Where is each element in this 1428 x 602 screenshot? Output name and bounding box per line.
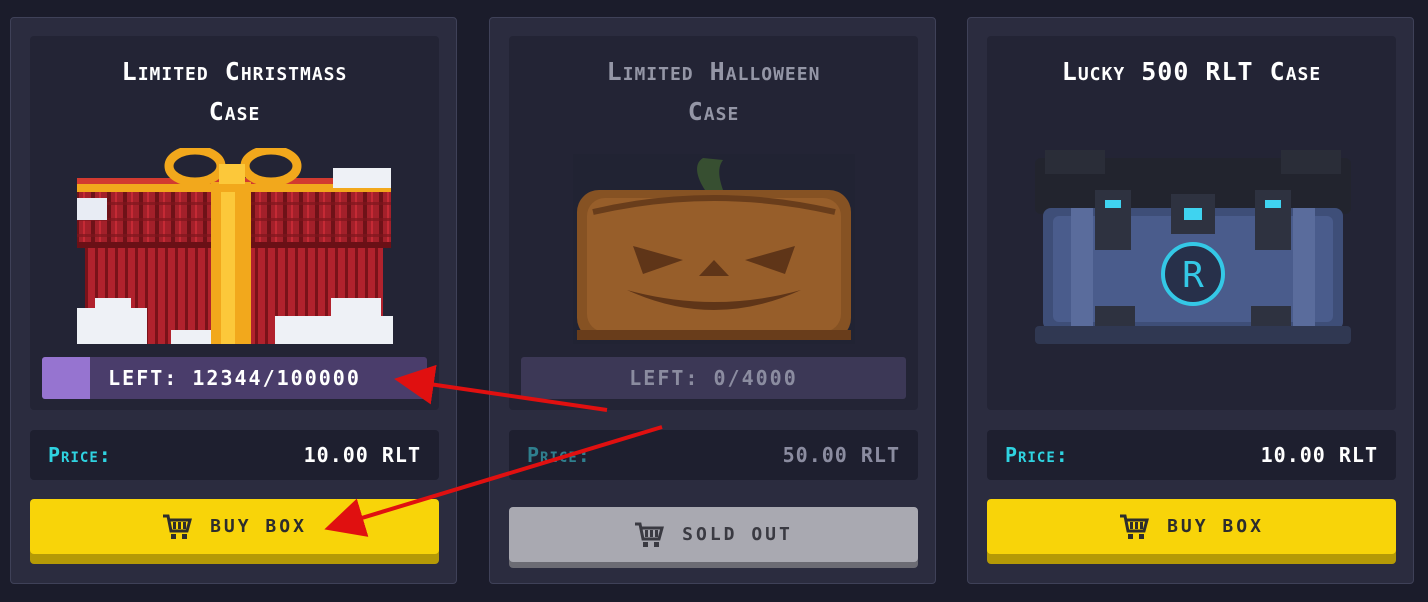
case-card-lucky-500: Lucky 500 RLT Case R Price: 10.00 RLT BU… bbox=[967, 17, 1414, 584]
price-value: 10.00 RLT bbox=[1260, 443, 1378, 467]
left-count-label: LEFT: 12344/100000 bbox=[108, 366, 361, 390]
left-progress-bar: LEFT: 12344/100000 bbox=[42, 357, 427, 399]
price-bar: Price: 50.00 RLT bbox=[509, 430, 918, 480]
case-panel: Lucky 500 RLT Case R bbox=[987, 36, 1396, 410]
price-label: Price: bbox=[1005, 443, 1069, 467]
case-title-line1: Limited Halloween bbox=[606, 57, 821, 86]
case-title-line2: Case bbox=[208, 97, 261, 126]
rlt-case-image: R bbox=[1035, 150, 1351, 344]
case-card-christmass: Limited Christmass Case LEFT: 12344/1000… bbox=[10, 17, 457, 584]
pumpkin-case-image bbox=[573, 154, 855, 344]
case-panel: Limited Christmass Case LEFT: 12344/1000… bbox=[30, 36, 439, 410]
buy-box-button[interactable]: BUY BOX bbox=[30, 499, 439, 554]
sold-out-label: SOLD OUT bbox=[682, 524, 793, 545]
case-panel: Limited Halloween Case LEFT: 0/4000 bbox=[509, 36, 918, 410]
price-value: 10.00 RLT bbox=[303, 443, 421, 467]
left-count-label: LEFT: 0/4000 bbox=[629, 366, 798, 390]
price-bar: Price: 10.00 RLT bbox=[30, 430, 439, 480]
case-title-line2: Case bbox=[687, 97, 740, 126]
buy-box-label: BUY BOX bbox=[210, 516, 307, 537]
price-label: Price: bbox=[48, 443, 112, 467]
case-title: Lucky 500 RLT Case bbox=[987, 52, 1396, 92]
price-value: 50.00 RLT bbox=[782, 443, 900, 467]
case-title: Limited Christmass Case bbox=[30, 52, 439, 132]
buy-box-label: BUY BOX bbox=[1167, 516, 1264, 537]
case-title-line1: Lucky 500 RLT Case bbox=[1061, 57, 1322, 86]
cart-icon bbox=[1120, 514, 1150, 539]
case-card-halloween: Limited Halloween Case LEFT: 0/4000 Pric… bbox=[489, 17, 936, 584]
sold-out-button[interactable]: SOLD OUT bbox=[509, 507, 918, 562]
price-label: Price: bbox=[527, 443, 591, 467]
left-progress-bar: LEFT: 0/4000 bbox=[521, 357, 906, 399]
case-title-line1: Limited Christmass bbox=[121, 57, 348, 86]
case-title: Limited Halloween Case bbox=[509, 52, 918, 132]
buy-box-button[interactable]: BUY BOX bbox=[987, 499, 1396, 554]
svg-text:R: R bbox=[1182, 255, 1204, 296]
price-bar: Price: 10.00 RLT bbox=[987, 430, 1396, 480]
cart-icon bbox=[635, 522, 665, 547]
cart-icon bbox=[163, 514, 193, 539]
christmas-gift-image bbox=[77, 148, 393, 344]
